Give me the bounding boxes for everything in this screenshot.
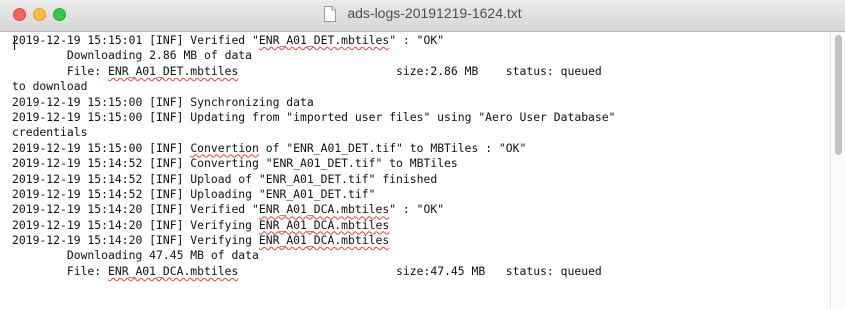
log-text-area[interactable]: 2019-12-19 15:15:01 [INF] Verified "ENR_… (12, 33, 822, 309)
text-cursor (14, 37, 15, 50)
log-line: 2019-12-19 15:14:52 [INF] Upload of "ENR… (12, 172, 822, 187)
scrollbar-thumb[interactable] (835, 35, 842, 155)
log-text-segment: File: (12, 263, 109, 278)
log-line: 2019-12-19 15:15:00 [INF] Convertion of … (12, 141, 822, 156)
log-text-segment: 2019-12-19 15:14:52 [INF] Uploading "ENR… (12, 186, 376, 201)
log-line: 2019-12-19 15:14:20 [INF] Verifying ENR_… (12, 233, 822, 248)
log-text-segment: 2019-12-19 15:14:52 [INF] Converting "EN… (12, 156, 458, 171)
log-line: File: ENR_A01_DET.mbtiles size:2.86 MB s… (12, 64, 822, 79)
text-editor-window: ads-logs-20191219-1624.txt 2019-12-19 15… (0, 0, 845, 309)
log-line: 2019-12-19 15:15:00 [INF] Synchronizing … (12, 95, 822, 110)
log-text-segment: 2019-12-19 15:15:00 [INF] Synchronizing … (12, 94, 314, 109)
window-title: ads-logs-20191219-1624.txt (347, 5, 522, 22)
log-line: to download (12, 79, 822, 94)
log-line: File: ENR_A01_DCA.mbtiles size:47.45 MB … (12, 264, 822, 279)
log-text-segment: 2019-12-19 15:15:00 [INF] Updating from … (12, 109, 616, 124)
log-line: 2019-12-19 15:14:20 [INF] Verified "ENR_… (12, 202, 822, 217)
log-text-segment: size:2.86 MB status: queued (238, 63, 602, 78)
log-text-segment: Downloading 2.86 MB of data (12, 48, 253, 63)
misspelled-word: ENR_A01_DCA.mbtiles (108, 263, 239, 278)
log-text-segment: size:47.45 MB status: queued (238, 263, 602, 278)
log-text-segment: File: (12, 63, 109, 78)
log-text-segment: 2019-12-19 15:14:20 [INF] Verifying (12, 233, 259, 248)
misspelled-word: ENR_A01_DCA.mbtiles (258, 217, 390, 232)
misspelled-word: ENR_A01_DET.mbtiles (258, 33, 390, 47)
log-text-segment: 2019-12-19 15:14:20 [INF] Verified " (12, 202, 259, 217)
text-document-icon (324, 5, 337, 22)
log-line: 2019-12-19 15:15:00 [INF] Updating from … (12, 110, 822, 125)
log-text-segment: Downloading 47.45 MB of data (12, 248, 259, 263)
misspelled-word: ENR_A01_DCA.mbtiles (258, 202, 390, 217)
log-text-segment: credentials (12, 125, 88, 140)
vertical-scrollbar[interactable] (830, 32, 845, 309)
log-line: Downloading 2.86 MB of data (12, 48, 822, 63)
log-text-segment: 2019-12-19 15:15:01 [INF] Verified " (12, 33, 259, 47)
log-line: 2019-12-19 15:14:52 [INF] Uploading "ENR… (12, 187, 822, 202)
log-text-segment: 2019-12-19 15:15:00 [INF] (12, 140, 191, 155)
log-line: 2019-12-19 15:14:52 [INF] Converting "EN… (12, 156, 822, 171)
log-line: 2019-12-19 15:15:01 [INF] Verified "ENR_… (12, 33, 822, 48)
log-text-segment: 2019-12-19 15:14:20 [INF] Verifying (12, 217, 259, 232)
log-text-segment: " : "OK" (389, 202, 445, 217)
log-text-segment: " : "OK" (389, 33, 445, 47)
misspelled-word: ENR_A01_DCA.mbtiles (258, 233, 390, 248)
misspelled-word: ENR_A01_DET.mbtiles (108, 63, 239, 78)
title-bar[interactable]: ads-logs-20191219-1624.txt (0, 0, 845, 32)
window-title-group: ads-logs-20191219-1624.txt (0, 0, 845, 31)
log-text-segment: to download (12, 79, 88, 94)
misspelled-word: Convertion (190, 140, 259, 155)
log-line: 2019-12-19 15:14:20 [INF] Verifying ENR_… (12, 218, 822, 233)
log-text-segment: of "ENR_A01_DET.tif" to MBTiles : "OK" (258, 140, 527, 155)
log-line: Downloading 47.45 MB of data (12, 248, 822, 263)
document-content[interactable]: 2019-12-19 15:15:01 [INF] Verified "ENR_… (0, 32, 845, 309)
log-line: credentials (12, 125, 822, 140)
log-text-segment: 2019-12-19 15:14:52 [INF] Upload of "ENR… (12, 171, 438, 186)
